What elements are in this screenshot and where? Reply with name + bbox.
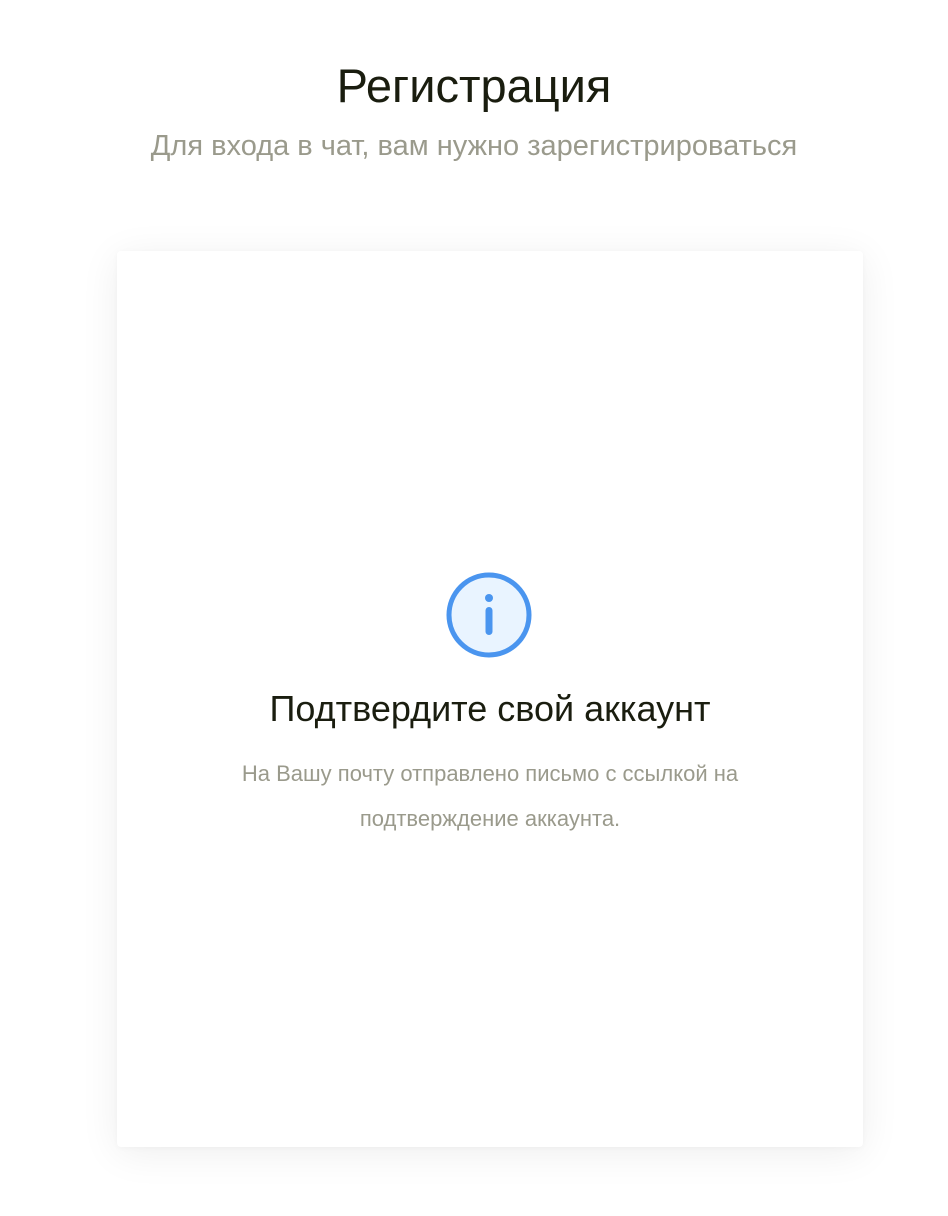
confirmation-message: На Вашу почту отправлено письмо с ссылко… (241, 761, 739, 831)
page-subtitle: Для входа в чат, вам нужно зарегистриров… (150, 130, 798, 162)
confirmation-card: Подтвердите свой аккаунт На Вашу почту о… (117, 251, 863, 1147)
confirmation-title: Подтвердите свой аккаунт (269, 688, 711, 729)
page-title: Регистрация (336, 59, 612, 112)
info-icon (446, 572, 532, 658)
registration-page: Регистрация Для входа в чат, вам нужно з… (0, 0, 948, 1216)
